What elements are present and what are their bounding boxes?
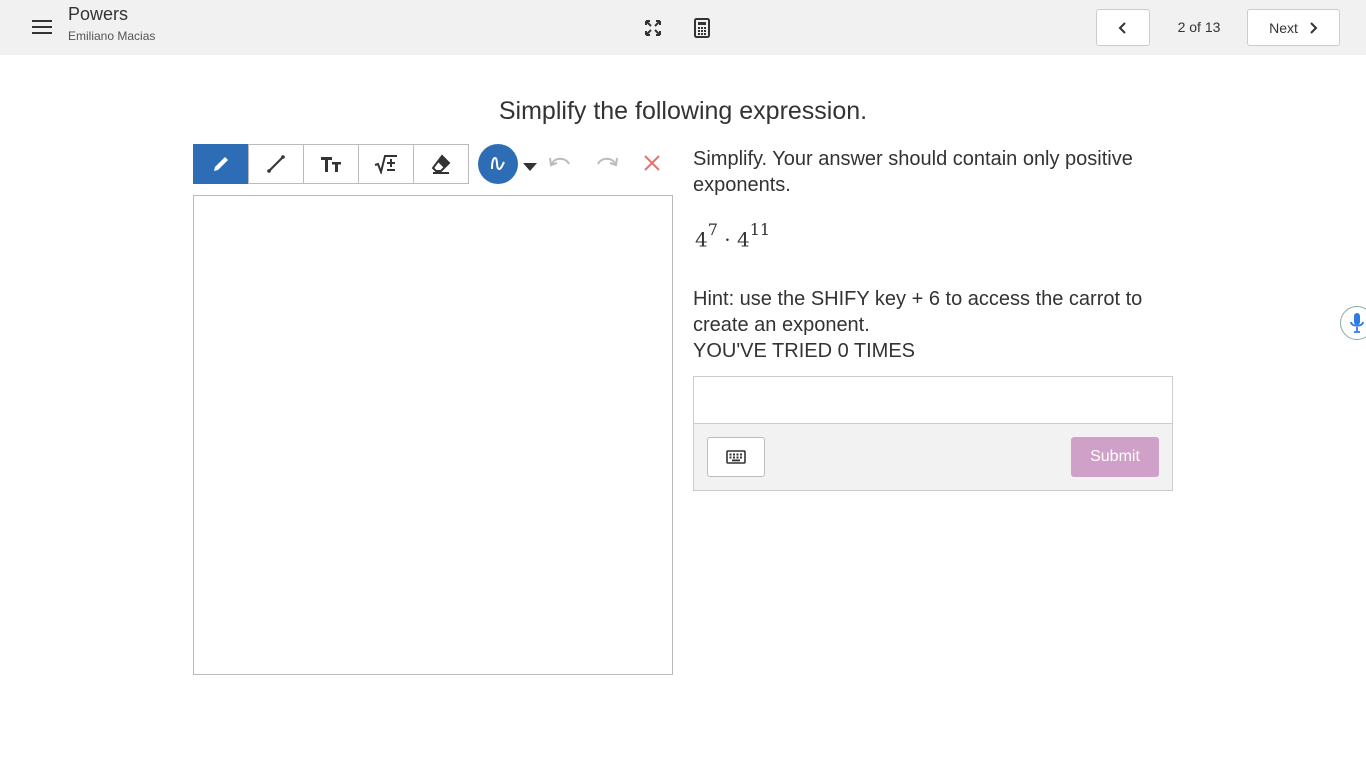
keyboard-icon <box>726 450 746 464</box>
calculator-icon <box>694 18 710 38</box>
previous-button[interactable] <box>1096 9 1150 46</box>
title-block: Powers Emiliano Macias <box>68 4 155 43</box>
expression-exponent-2: 11 <box>749 220 771 239</box>
line-tool-button[interactable] <box>248 144 304 184</box>
undo-button[interactable] <box>548 154 572 177</box>
menu-icon <box>32 20 52 34</box>
text-tool-button[interactable] <box>303 144 359 184</box>
expression-exponent-1: 7 <box>707 220 718 239</box>
page-indicator: 2 of 13 <box>1177 19 1221 35</box>
next-button[interactable]: Next <box>1247 9 1340 46</box>
answer-panel: Submit <box>693 376 1173 491</box>
problem-heading: Simplify the following expression. <box>498 97 868 125</box>
keyboard-button[interactable] <box>707 437 765 477</box>
next-label: Next <box>1269 19 1298 36</box>
drawing-toolbar <box>193 144 469 184</box>
chevron-left-icon <box>1118 21 1126 34</box>
pencil-icon <box>214 157 228 171</box>
fullscreen-button[interactable] <box>641 16 665 40</box>
pen-style-dropdown[interactable] <box>522 159 538 177</box>
redo-button[interactable] <box>595 154 619 177</box>
eraser-icon <box>431 154 451 174</box>
expression-base-2: 4 <box>737 227 750 252</box>
math-icon <box>374 155 397 174</box>
caret-down-icon <box>523 163 537 171</box>
fullscreen-icon <box>645 20 661 36</box>
answer-input[interactable] <box>694 377 1172 424</box>
math-expression: 47 · 411 <box>695 220 770 252</box>
pen-style-button[interactable] <box>478 144 518 184</box>
clear-icon <box>644 155 660 171</box>
pen-style-icon <box>491 156 505 171</box>
menu-button[interactable] <box>28 14 56 40</box>
page-title: Powers <box>68 4 129 24</box>
expression-base-1: 4 <box>695 227 708 252</box>
expression-operator: · <box>724 227 731 252</box>
drawing-canvas[interactable] <box>193 195 673 675</box>
eraser-tool-button[interactable] <box>413 144 469 184</box>
attempt-counter: YOU'VE TRIED 0 TIMES <box>693 340 916 362</box>
question-prompt: Simplify. Your answer should contain onl… <box>693 148 1133 196</box>
math-tool-button[interactable] <box>358 144 414 184</box>
top-bar: Powers Emiliano Macias 2 of 13 Next <box>0 0 1366 55</box>
clear-canvas-button[interactable] <box>643 154 661 177</box>
submit-button[interactable]: Submit <box>1071 437 1159 477</box>
microphone-icon <box>1350 313 1364 333</box>
redo-icon <box>597 157 618 167</box>
student-name: Emiliano Macias <box>68 29 156 43</box>
undo-icon <box>549 157 570 167</box>
hint-text: Hint: use the SHIFY key + 6 to access th… <box>693 288 1143 336</box>
pencil-tool-button[interactable] <box>193 144 249 184</box>
line-icon <box>267 155 285 173</box>
chevron-right-icon <box>1310 21 1318 34</box>
calculator-button[interactable] <box>690 16 714 40</box>
text-icon <box>321 157 341 172</box>
voice-input-widget[interactable] <box>1340 306 1366 340</box>
